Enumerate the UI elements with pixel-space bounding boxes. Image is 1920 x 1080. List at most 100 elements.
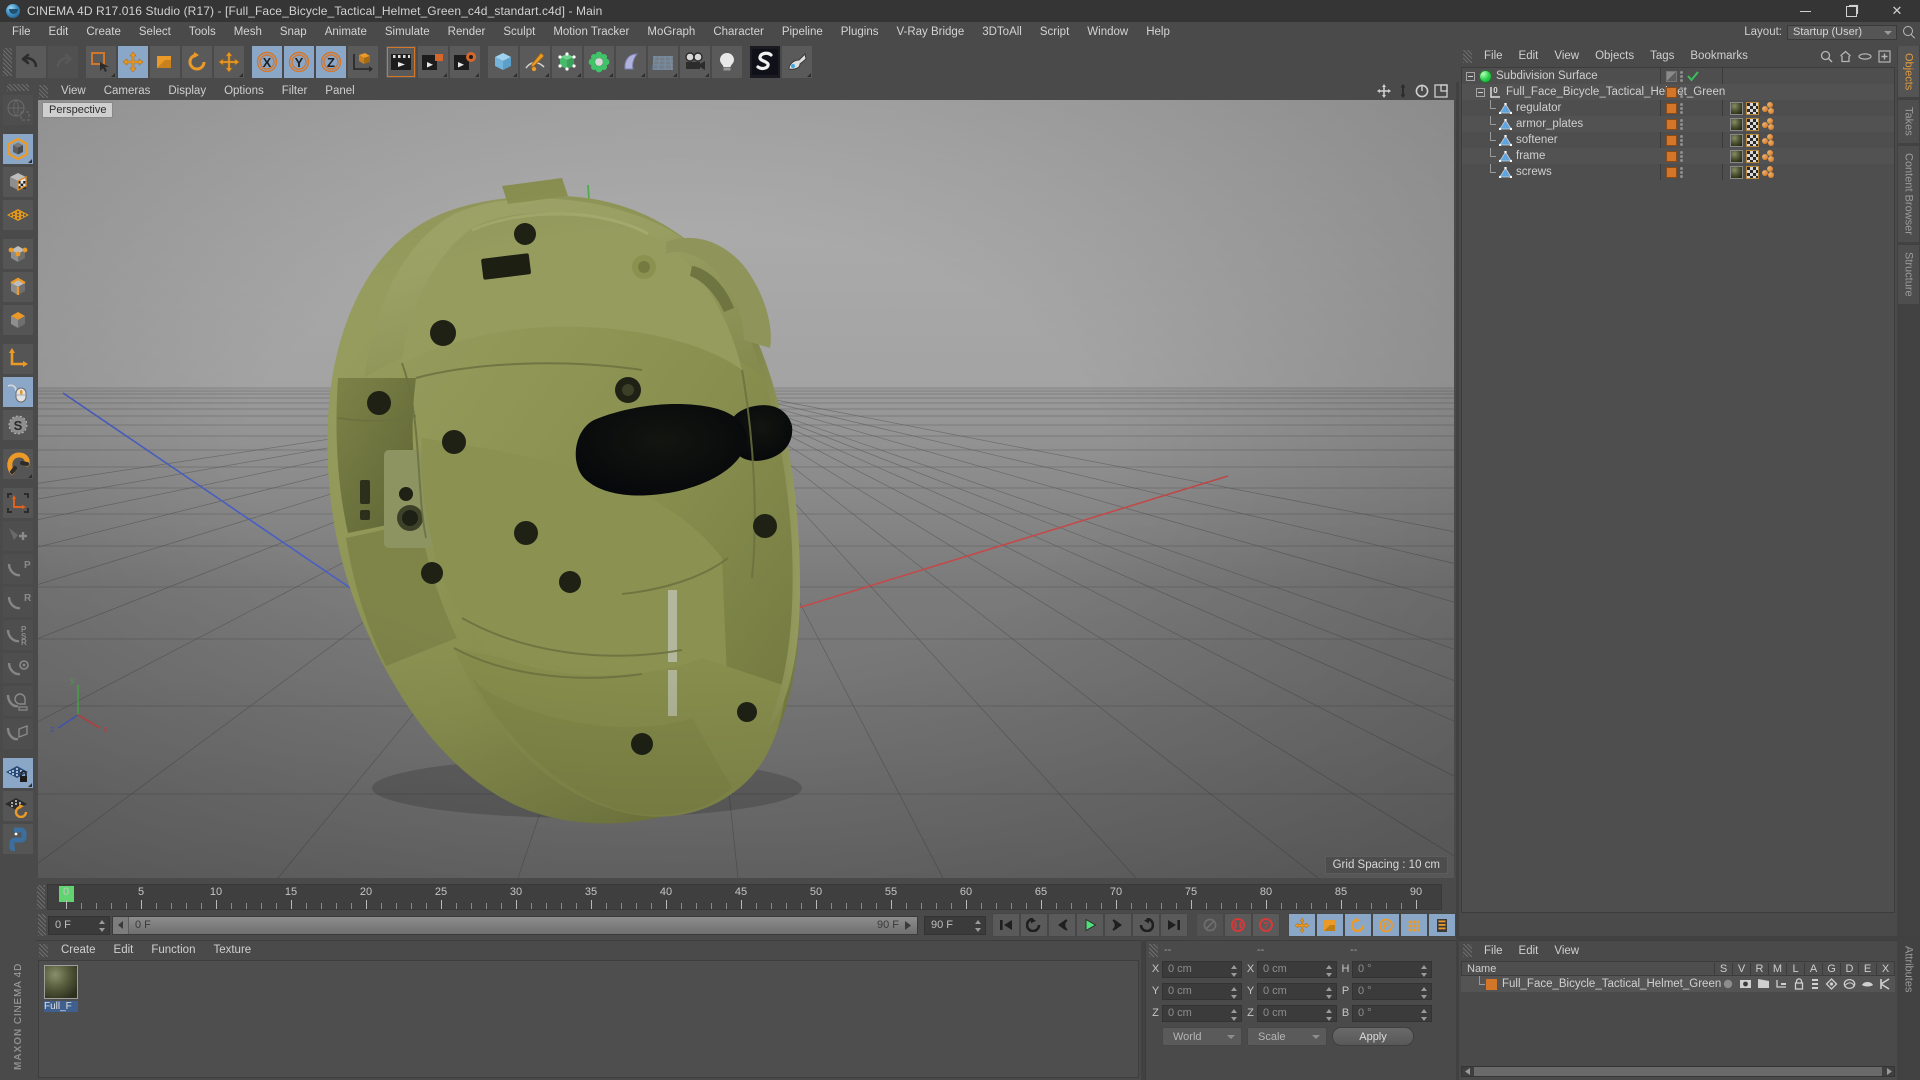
play-button[interactable]: [1076, 913, 1104, 937]
uvw-tag-icon[interactable]: [1746, 165, 1759, 179]
previous-keyframe-button[interactable]: [1020, 913, 1048, 937]
layer-color-tag[interactable]: [1666, 102, 1677, 114]
eye-icon[interactable]: [1858, 50, 1872, 63]
size-z-field[interactable]: 0 cm: [1257, 1004, 1337, 1022]
render-region-button[interactable]: [2, 94, 34, 126]
column-r[interactable]: R: [1750, 962, 1768, 975]
material-sphere-icon[interactable]: [44, 965, 78, 999]
expression-icon[interactable]: [1861, 978, 1874, 990]
menu-item-animate[interactable]: Animate: [316, 22, 376, 42]
visibility-dot-icon[interactable]: [1666, 70, 1677, 82]
xpresso-icon[interactable]: [1879, 978, 1892, 990]
scroll-left-button[interactable]: [113, 916, 129, 934]
column-m[interactable]: M: [1768, 962, 1786, 975]
maximize-view-icon[interactable]: [1434, 84, 1448, 98]
current-frame-field[interactable]: 0 F: [48, 915, 110, 935]
column-l[interactable]: L: [1786, 962, 1804, 975]
layout-select[interactable]: Startup (User): [1787, 24, 1897, 40]
uvw-tag-icon[interactable]: [1746, 101, 1759, 115]
lock-y-button[interactable]: Y: [283, 45, 315, 79]
layer-menu-file[interactable]: File: [1476, 945, 1511, 957]
home-icon[interactable]: [1839, 50, 1852, 63]
menu-item-render[interactable]: Render: [439, 22, 495, 42]
rotate-tool-button[interactable]: [181, 45, 213, 79]
column-a[interactable]: A: [1804, 962, 1822, 975]
menu-item-pipeline[interactable]: Pipeline: [773, 22, 832, 42]
menu-item-3dtoall[interactable]: 3DToAll: [973, 22, 1031, 42]
coordinate-mode-select[interactable]: Scale: [1247, 1027, 1327, 1046]
menu-item-plugins[interactable]: Plugins: [832, 22, 888, 42]
add-cube-button[interactable]: [487, 45, 519, 79]
object-row-regulator[interactable]: regulator: [1462, 99, 1894, 116]
pan-view-icon[interactable]: [1377, 84, 1391, 98]
material-menu-create[interactable]: Create: [52, 944, 105, 956]
object-row-armor-plates[interactable]: armor_plates: [1462, 115, 1894, 132]
scale-tool-button[interactable]: [149, 45, 181, 79]
minimize-icon[interactable]: [1782, 0, 1828, 22]
close-icon[interactable]: ✕: [1874, 0, 1920, 22]
column-d[interactable]: D: [1840, 962, 1858, 975]
object-row-frame[interactable]: frame: [1462, 147, 1894, 164]
viewport-menu-filter[interactable]: Filter: [273, 85, 317, 97]
coordinate-system-select[interactable]: World: [1162, 1027, 1242, 1046]
material-menu-edit[interactable]: Edit: [105, 944, 143, 956]
position-x-field[interactable]: 0 cm: [1162, 960, 1242, 978]
spinner-icon[interactable]: [1421, 986, 1428, 1000]
animation-icon[interactable]: [1810, 978, 1820, 990]
layer-menu-grip[interactable]: [1463, 944, 1472, 957]
object-menu-view[interactable]: View: [1546, 50, 1587, 62]
object-manager-grip[interactable]: [1463, 49, 1472, 63]
material-tag-icon[interactable]: [1730, 133, 1743, 147]
tab-takes[interactable]: Takes: [1898, 100, 1919, 144]
menu-item-tools[interactable]: Tools: [180, 22, 225, 42]
layer-menu-edit[interactable]: Edit: [1511, 945, 1547, 957]
layer-color-tag[interactable]: [1666, 150, 1677, 162]
uvw-tag-icon[interactable]: [1746, 133, 1759, 147]
material-tag-icon[interactable]: [1730, 149, 1743, 163]
layer-color-tag[interactable]: [1666, 166, 1677, 178]
snap-plane-button[interactable]: [2, 718, 34, 750]
position-z-field[interactable]: 0 cm: [1162, 1004, 1242, 1022]
menu-item-mograph[interactable]: MoGraph: [638, 22, 704, 42]
points-mode-button[interactable]: [2, 238, 34, 270]
keyframe-selection-button[interactable]: ?: [1252, 913, 1280, 937]
visibility-icon[interactable]: [1739, 978, 1752, 990]
viewport-menu-options[interactable]: Options: [215, 85, 273, 97]
snap-rotation-button[interactable]: R: [2, 586, 34, 618]
workplane-lock-button[interactable]: [2, 487, 34, 519]
add-light-button[interactable]: [711, 45, 743, 79]
undo-button[interactable]: [15, 45, 47, 79]
column-v[interactable]: V: [1732, 962, 1750, 975]
object-menu-tags[interactable]: Tags: [1642, 50, 1682, 62]
scrollbar-thumb[interactable]: [1474, 1067, 1882, 1076]
step-forward-button[interactable]: [1104, 913, 1132, 937]
add-spline-button[interactable]: [519, 45, 551, 79]
menu-item-simulate[interactable]: Simulate: [376, 22, 439, 42]
spinner-icon[interactable]: [1326, 986, 1333, 1000]
object-row-helmet-null[interactable]: 0 Full_Face_Bicycle_Tactical_Helmet_Gree…: [1462, 84, 1894, 100]
layer-row[interactable]: Full_Face_Bicycle_Tactical_Helmet_Green: [1461, 975, 1895, 992]
layer-color-swatch[interactable]: [1486, 978, 1497, 990]
spinner-icon[interactable]: [99, 919, 106, 933]
spinner-icon[interactable]: [1231, 986, 1238, 1000]
tab-content-browser[interactable]: Content Browser: [1898, 146, 1919, 242]
rotate-view-icon[interactable]: [1415, 84, 1429, 98]
layer-horizontal-scrollbar[interactable]: [1461, 1066, 1895, 1077]
menu-item-file[interactable]: File: [3, 22, 40, 42]
selection-tag-icon[interactable]: [1762, 133, 1775, 147]
snap-psr-button[interactable]: P S R: [2, 619, 34, 651]
workplane-lock-toggle[interactable]: [2, 757, 34, 789]
step-back-button[interactable]: [1048, 913, 1076, 937]
menu-item-snap[interactable]: Snap: [271, 22, 316, 42]
material-menu-grip[interactable]: [39, 943, 48, 957]
generator-layer-icon[interactable]: [1825, 978, 1838, 990]
expander-icon[interactable]: [1466, 71, 1475, 81]
position-y-field[interactable]: 0 cm: [1162, 982, 1242, 1000]
tab-structure[interactable]: Structure: [1898, 244, 1919, 304]
chevron-right-icon[interactable]: [903, 920, 913, 930]
material-tag-icon[interactable]: [1730, 165, 1743, 179]
layer-color-tag[interactable]: [1666, 118, 1677, 130]
manager-icon[interactable]: [1775, 978, 1788, 990]
column-s[interactable]: S: [1714, 962, 1732, 975]
material-tag-icon[interactable]: [1730, 117, 1743, 131]
